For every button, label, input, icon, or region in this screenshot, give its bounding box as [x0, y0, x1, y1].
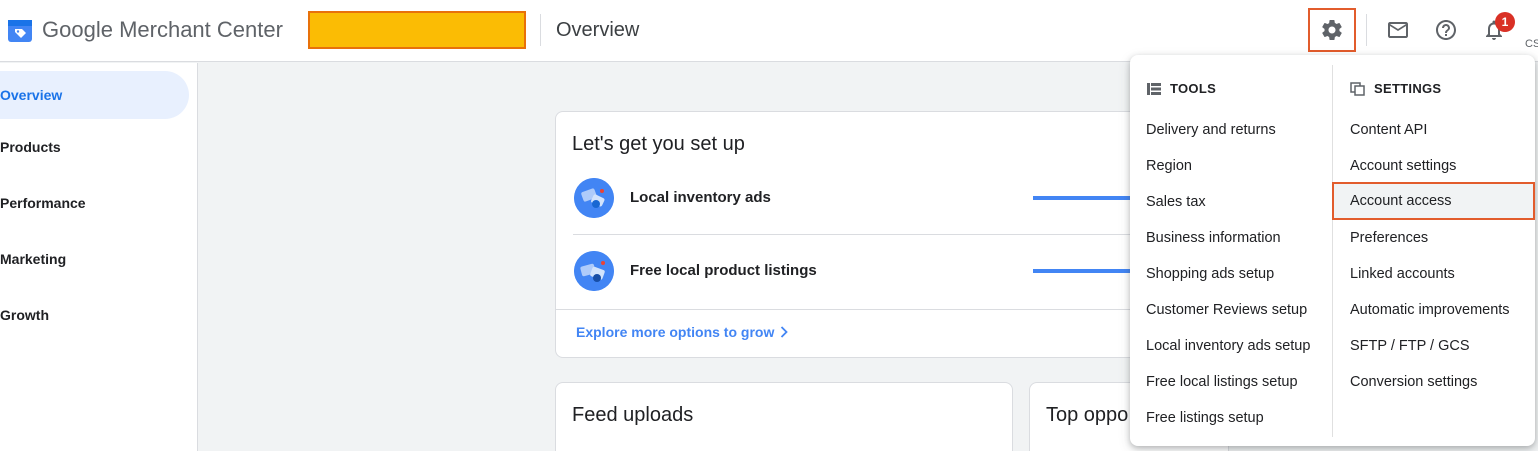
- divider: [540, 14, 541, 46]
- account-selector[interactable]: [308, 11, 526, 49]
- menu-item-preferences[interactable]: Preferences: [1350, 220, 1428, 256]
- brand-google: Google: [42, 17, 113, 42]
- help-button[interactable]: [1426, 10, 1466, 50]
- settings-gear-button[interactable]: [1308, 8, 1356, 52]
- tools-heading-label: TOOLS: [1170, 81, 1217, 96]
- divider: [1366, 14, 1367, 46]
- help-icon: [1436, 20, 1456, 40]
- mail-button[interactable]: [1378, 10, 1418, 50]
- settings-heading-label: SETTINGS: [1374, 81, 1442, 96]
- sidebar-item-label: Growth: [0, 307, 49, 323]
- local-inventory-ads-label[interactable]: Local inventory ads: [630, 189, 771, 206]
- top-opportunities-title: Top oppo: [1046, 404, 1129, 426]
- free-local-listings-label[interactable]: Free local product listings: [630, 262, 817, 279]
- merchant-center-logo-icon[interactable]: [6, 16, 34, 44]
- feed-uploads-title: Feed uploads: [572, 404, 694, 426]
- menu-item-conversion-settings[interactable]: Conversion settings: [1350, 364, 1477, 400]
- menu-item-account-access[interactable]: Account access: [1332, 182, 1535, 220]
- sidebar-item-overview[interactable]: Overview: [0, 71, 189, 119]
- brand-title[interactable]: Google Merchant Center: [42, 17, 283, 43]
- menu-item-linked-accounts[interactable]: Linked accounts: [1350, 256, 1455, 292]
- sidebar-item-label: Products: [0, 139, 61, 155]
- menu-item-account-settings[interactable]: Account settings: [1350, 148, 1456, 184]
- menu-item-delivery-returns[interactable]: Delivery and returns: [1146, 112, 1276, 148]
- menu-item-customer-reviews-setup[interactable]: Customer Reviews setup: [1146, 292, 1307, 328]
- brand-product: Merchant Center: [119, 17, 283, 42]
- local-inventory-ads-progress: [1033, 196, 1133, 200]
- menu-column-divider: [1332, 65, 1333, 437]
- sidebar-item-products[interactable]: Products: [0, 123, 189, 171]
- card-footer-divider: [556, 309, 1154, 310]
- sidebar-item-label: Overview: [0, 87, 63, 103]
- tools-settings-menu: TOOLS SETTINGS Delivery and returns Regi…: [1130, 55, 1535, 446]
- tools-heading: TOOLS: [1146, 81, 1216, 96]
- sidebar-item-growth[interactable]: Growth: [0, 291, 189, 339]
- settings-copy-icon: [1350, 81, 1365, 96]
- settings-heading: SETTINGS: [1350, 81, 1441, 96]
- top-bar: Google Merchant Center Overview 1 CS: [0, 0, 1538, 62]
- sidebar-item-performance[interactable]: Performance: [0, 179, 189, 227]
- setup-card-title: Let's get you set up: [572, 133, 745, 155]
- explore-more-link[interactable]: Explore more options to grow: [576, 324, 789, 340]
- tools-icon: [1147, 82, 1161, 95]
- sidebar-item-marketing[interactable]: Marketing: [0, 235, 189, 283]
- free-local-listings-progress: [1033, 269, 1133, 273]
- free-local-listings-icon: [574, 251, 614, 291]
- menu-item-region[interactable]: Region: [1146, 148, 1192, 184]
- gear-icon: [1322, 20, 1342, 41]
- menu-item-automatic-improvements[interactable]: Automatic improvements: [1350, 292, 1510, 328]
- chevron-right-icon: [781, 326, 789, 338]
- menu-item-content-api[interactable]: Content API: [1350, 112, 1427, 148]
- page-title: Overview: [556, 19, 640, 41]
- menu-item-free-local-listings-setup[interactable]: Free local listings setup: [1146, 364, 1298, 400]
- user-initials[interactable]: CS: [1525, 38, 1538, 50]
- local-inventory-ads-icon: [574, 178, 614, 218]
- sidebar-item-label: Performance: [0, 195, 86, 211]
- menu-item-business-information[interactable]: Business information: [1146, 220, 1281, 256]
- menu-item-sftp-ftp-gcs[interactable]: SFTP / FTP / GCS: [1350, 328, 1470, 364]
- menu-item-sales-tax[interactable]: Sales tax: [1146, 184, 1206, 220]
- menu-item-local-inventory-ads-setup[interactable]: Local inventory ads setup: [1146, 328, 1310, 364]
- menu-item-shopping-ads-setup[interactable]: Shopping ads setup: [1146, 256, 1274, 292]
- row-divider: [573, 234, 1138, 235]
- notification-badge: 1: [1495, 12, 1515, 32]
- mail-icon: [1388, 22, 1408, 38]
- sidebar-item-label: Marketing: [0, 251, 67, 267]
- explore-more-label: Explore more options to grow: [576, 324, 775, 340]
- menu-item-free-listings-setup[interactable]: Free listings setup: [1146, 400, 1264, 436]
- sidebar: Overview Products Performance Marketing …: [0, 63, 198, 451]
